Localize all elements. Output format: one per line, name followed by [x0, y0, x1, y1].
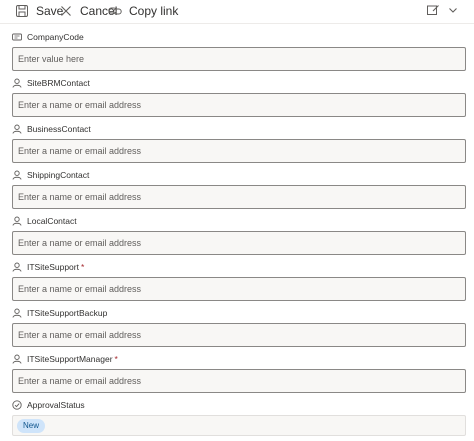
- field-label-row: ShippingContact: [12, 168, 466, 182]
- field-label-row: BusinessContact: [12, 122, 466, 136]
- person-icon: [12, 124, 22, 134]
- person-icon: [12, 78, 22, 88]
- save-button[interactable]: Save: [15, 3, 63, 19]
- field-label: SiteBRMContact: [27, 78, 90, 88]
- local-contact-input[interactable]: Enter a name or email address: [12, 231, 466, 255]
- link-icon: [108, 4, 122, 18]
- field-label: ITSiteSupportBackup: [27, 308, 108, 318]
- required-marker: *: [80, 262, 85, 272]
- required-marker: *: [114, 354, 118, 364]
- status-badge: New: [17, 418, 46, 433]
- field-label: ShippingContact: [27, 170, 90, 180]
- field-label: BusinessContact: [27, 124, 91, 134]
- field-business-contact: BusinessContact Enter a name or email ad…: [12, 122, 466, 163]
- field-local-contact: LocalContact Enter a name or email addre…: [12, 214, 466, 255]
- field-label-row: SiteBRMContact: [12, 76, 466, 90]
- field-label: CompanyCode: [27, 32, 84, 42]
- field-label-row: ApprovalStatus: [12, 398, 466, 412]
- check-circle-icon: [12, 400, 22, 410]
- text-field-icon: [12, 32, 22, 42]
- it-site-support-backup-input[interactable]: Enter a name or email address: [12, 323, 466, 347]
- site-brm-contact-input[interactable]: Enter a name or email address: [12, 93, 466, 117]
- copy-link-label: Copy link: [129, 4, 179, 18]
- save-icon: [15, 4, 29, 18]
- field-it-site-support-manager: ITSiteSupportManager * Enter a name or e…: [12, 352, 466, 393]
- copy-link-button[interactable]: Copy link: [108, 3, 178, 19]
- field-label-row: ITSiteSupportBackup: [12, 306, 466, 320]
- field-company-code: CompanyCode Enter value here: [12, 30, 466, 71]
- field-label-row: CompanyCode: [12, 30, 466, 44]
- field-label: ApprovalStatus: [27, 400, 85, 410]
- field-label: ITSiteSupport: [27, 262, 79, 272]
- field-approval-status: ApprovalStatus New: [12, 398, 466, 436]
- field-it-site-support: ITSiteSupport * Enter a name or email ad…: [12, 260, 466, 301]
- person-icon: [12, 216, 22, 226]
- field-label: LocalContact: [27, 216, 77, 226]
- field-shipping-contact: ShippingContact Enter a name or email ad…: [12, 168, 466, 209]
- it-site-support-manager-input[interactable]: Enter a name or email address: [12, 369, 466, 393]
- person-icon: [12, 308, 22, 318]
- person-icon: [12, 354, 22, 364]
- field-label: ITSiteSupportManager: [27, 354, 113, 364]
- form-edit-icon[interactable]: [426, 3, 440, 17]
- shipping-contact-input[interactable]: Enter a name or email address: [12, 185, 466, 209]
- field-label-row: ITSiteSupport *: [12, 260, 466, 274]
- business-contact-input[interactable]: Enter a name or email address: [12, 139, 466, 163]
- field-label-row: ITSiteSupportManager *: [12, 352, 466, 366]
- person-icon: [12, 262, 22, 272]
- it-site-support-input[interactable]: Enter a name or email address: [12, 277, 466, 301]
- field-label-row: LocalContact: [12, 214, 466, 228]
- command-bar: Save Cancel Copy link: [0, 0, 474, 24]
- chevron-down-icon[interactable]: [446, 3, 460, 17]
- person-icon: [12, 170, 22, 180]
- company-code-input[interactable]: Enter value here: [12, 47, 466, 71]
- toolbar-right: [426, 3, 460, 17]
- field-site-brm-contact: SiteBRMContact Enter a name or email add…: [12, 76, 466, 117]
- close-icon: [59, 4, 73, 18]
- field-it-site-support-backup: ITSiteSupportBackup Enter a name or emai…: [12, 306, 466, 347]
- approval-status-field[interactable]: New: [12, 415, 466, 436]
